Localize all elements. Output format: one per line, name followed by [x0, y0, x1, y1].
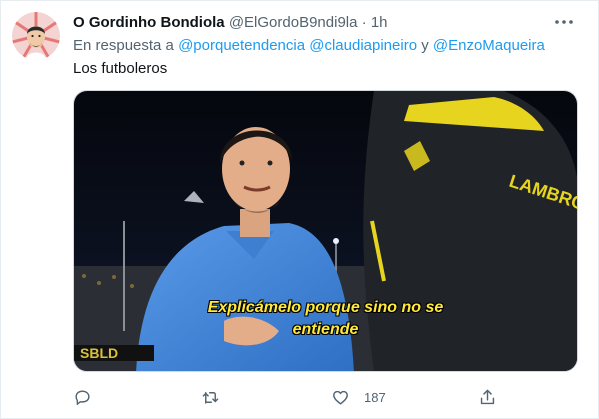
reply-conjunction: y [421, 37, 429, 54]
separator-dot: · [361, 14, 367, 31]
svg-text:SBLD: SBLD [80, 345, 118, 361]
tweet-card[interactable]: O Gordinho Bondiola @ElGordoB9ndi9la · 1… [0, 0, 599, 419]
avatar[interactable] [12, 12, 60, 60]
share-icon [480, 389, 495, 404]
subtitle-line-2: entiende [292, 321, 359, 338]
retweet-icon [202, 391, 219, 404]
tweet-actions: 187 [73, 381, 543, 413]
reply-context: En respuesta a @porquetendencia @claudia… [73, 36, 545, 56]
reply-icon [75, 389, 90, 405]
avatar-image [12, 12, 60, 60]
author-handle[interactable]: @ElGordoB9ndi9la [229, 14, 358, 31]
tweet-media[interactable]: LAMBRO SBLD Explicámelo porque sino no s… [73, 90, 578, 372]
subtitle-line-1: Explicámelo porque sino no se [207, 299, 444, 316]
heart-icon [333, 390, 348, 405]
video-subtitle: Explicámelo porque sino no se entiende [74, 297, 577, 341]
reply-prefix: En respuesta a [73, 37, 174, 54]
share-button[interactable] [478, 381, 497, 413]
more-options-button[interactable] [552, 10, 576, 34]
retweet-button[interactable] [201, 381, 234, 413]
more-icon [555, 20, 573, 24]
mention-link[interactable]: @porquetendencia [178, 37, 305, 54]
mention-link[interactable]: @EnzoMaqueira [433, 37, 545, 54]
reply-button[interactable] [73, 381, 106, 413]
tweet-text: Los futboleros [73, 60, 168, 77]
mention-link[interactable]: @claudiapineiro [309, 37, 417, 54]
like-button[interactable]: 187 [331, 381, 386, 413]
like-count: 187 [364, 389, 386, 405]
tweet-header: O Gordinho Bondiola @ElGordoB9ndi9la · 1… [73, 13, 588, 33]
tweet-timestamp[interactable]: 1h [371, 14, 388, 31]
author-name[interactable]: O Gordinho Bondiola [73, 14, 225, 31]
